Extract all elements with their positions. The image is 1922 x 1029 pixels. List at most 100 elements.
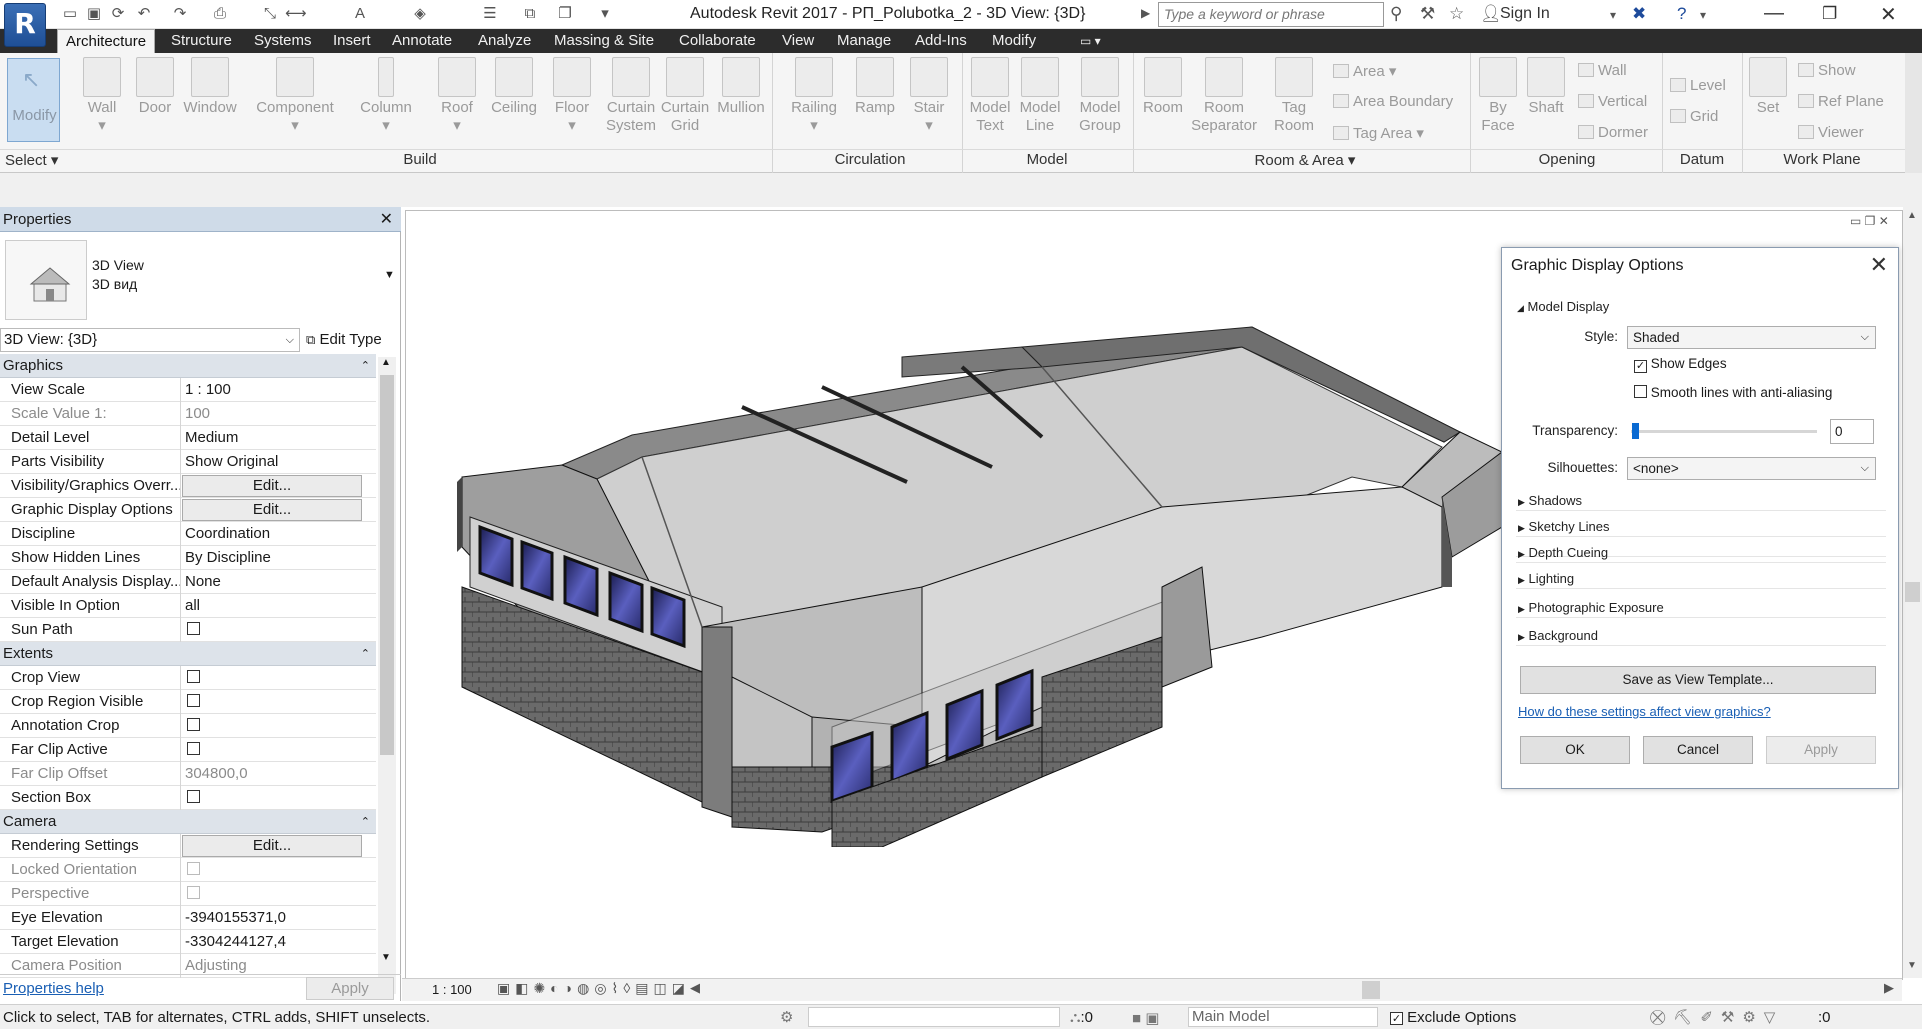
tab-annotate[interactable]: Annotate [384,29,460,53]
ref-plane-button[interactable]: Ref Plane [1798,93,1884,110]
property-group[interactable]: Camera ⌃ [0,810,376,834]
exclude-options-checkbox[interactable]: ✓ Exclude Options [1390,1009,1516,1026]
select-panel-dropdown[interactable]: Select ▾ [5,151,65,169]
collapse-icon[interactable]: ⌃ [361,642,370,666]
help-icon[interactable]: ? [1677,4,1686,24]
save-icon[interactable]: ▣ [84,4,104,24]
ok-button[interactable]: OK [1520,736,1630,764]
wall-opening-button[interactable]: Wall [1578,62,1627,79]
cancel-button[interactable]: Cancel [1643,736,1753,764]
stair-button[interactable]: Stair ▾ [904,57,954,135]
close-icon[interactable]: ✕ [380,207,393,232]
tab-massing-site[interactable]: Massing & Site [546,29,662,53]
thin-lines-icon[interactable]: ☰ [480,4,500,24]
property-value[interactable]: Medium [182,426,376,450]
view-hscroll-thumb[interactable] [1362,981,1380,999]
property-group[interactable]: Extents ⌃ [0,642,376,666]
view-window-controls[interactable]: ▭ ❐ ✕ [1850,214,1889,228]
edit-type-button[interactable]: ⧉ Edit Type [306,328,382,352]
building-model[interactable] [402,207,1502,847]
ramp-button[interactable]: Ramp [850,57,900,117]
worksets-icon[interactable]: ⚙ [780,1008,793,1026]
chevron-down-icon[interactable]: ▼ [384,269,395,281]
shaft-button[interactable]: Shaft [1524,57,1568,117]
properties-scroll-thumb[interactable] [380,375,394,755]
close-hidden-icon[interactable]: ⧉ [520,4,540,24]
panel-room-area[interactable]: Room & Area ▾ [1240,151,1370,169]
show-workplane-button[interactable]: Show [1798,62,1856,79]
text-icon[interactable]: A [350,4,370,24]
area-button[interactable]: Area ▾ [1333,62,1396,80]
property-value[interactable]: Coordination [182,522,376,546]
ceiling-button[interactable]: Ceiling [485,57,543,117]
component-button[interactable]: Component ▾ [250,57,340,135]
tag-area-button[interactable]: Tag Area ▾ [1333,124,1424,142]
property-value[interactable]: -3940155371,0 [182,906,376,930]
favorites-star-icon[interactable]: ☆ [1449,4,1464,24]
property-value[interactable]: all [182,594,376,618]
apply-button[interactable]: Apply [306,977,394,1000]
property-value[interactable]: None [182,570,376,594]
user-icon[interactable]: 👤︎ [1480,4,1502,24]
view-vscroll-thumb[interactable] [1905,582,1920,602]
vertical-opening-button[interactable]: Vertical [1578,93,1647,110]
collapse-icon[interactable]: ⌃ [361,354,370,378]
scroll-down-icon[interactable]: ▼ [381,952,391,963]
property-value[interactable]: -3304244127,4 [182,930,376,954]
tab-add-ins[interactable]: Add-Ins [907,29,975,53]
property-value[interactable]: By Discipline [182,546,376,570]
open-icon[interactable]: ▭ [60,4,80,24]
modify-button[interactable]: ↖ Modify [7,58,60,142]
door-button[interactable]: Door [130,57,180,117]
property-value[interactable]: Show Original [182,450,376,474]
grid-button[interactable]: Grid [1670,108,1718,125]
tab-modify[interactable]: Modify [984,29,1044,53]
apply-button[interactable]: Apply [1766,736,1876,764]
selection-filter-icons[interactable]: ⛒⛏✐⚒⚙▽ [1650,1008,1783,1026]
scroll-right-icon[interactable]: ▶ [1884,980,1894,996]
undo-icon[interactable]: ↶ [134,4,154,24]
scroll-down-icon[interactable]: ▼ [1907,960,1917,971]
ribbon-minimize-icon[interactable]: ▭ ▾ [1072,29,1109,53]
floor-button[interactable]: Floor ▾ [548,57,596,135]
tab-structure[interactable]: Structure [163,29,240,53]
sign-in-dropdown-icon[interactable]: ▾ [1610,8,1616,22]
tab-insert[interactable]: Insert [325,29,379,53]
model-group-button[interactable]: Model Group [1072,57,1128,135]
exchange-apps-icon[interactable]: ✖ [1632,4,1646,24]
redo-icon[interactable]: ↷ [170,4,190,24]
mullion-button[interactable]: Mullion [713,57,769,117]
design-options-icon[interactable]: ■ ▣ [1132,1009,1159,1027]
binoculars-icon[interactable]: ⚲ [1390,4,1402,24]
tag-room-button[interactable]: Tag Room [1264,57,1324,135]
property-checkbox[interactable] [182,738,376,762]
collapse-icon[interactable]: ⌃ [361,810,370,834]
property-checkbox[interactable] [182,690,376,714]
model-text-button[interactable]: Model Text [964,57,1016,135]
set-workplane-button[interactable]: Set [1746,57,1790,117]
tab-analyze[interactable]: Analyze [470,29,539,53]
application-menu-button[interactable]: R [4,3,46,47]
workset-dropdown[interactable] [808,1007,1060,1027]
instance-filter-dropdown[interactable]: 3D View: {3D} ⌵ [0,328,300,352]
view-control-icons[interactable]: ▣◧✺◐◑◍◎⌇◊▤◫◪ [497,980,690,997]
help-dropdown-icon[interactable]: ▾ [1700,8,1706,22]
scroll-left-icon[interactable]: ◀ [690,980,700,996]
view-scale[interactable]: 1 : 100 [432,982,472,997]
properties-help-link[interactable]: Properties help [3,980,104,997]
room-button[interactable]: Room [1137,57,1189,117]
subscription-icon[interactable]: ⚒ [1420,4,1435,24]
scroll-up-icon[interactable]: ▲ [381,357,391,368]
by-face-button[interactable]: By Face [1478,57,1518,135]
silhouettes-dropdown[interactable]: <none> ⌵ [1627,457,1876,480]
scroll-up-icon[interactable]: ▲ [1907,210,1917,221]
property-edit-button[interactable]: Edit... [182,499,362,521]
viewer-button[interactable]: Viewer [1798,124,1864,141]
property-value[interactable]: 1 : 100 [182,378,376,402]
property-checkbox[interactable] [182,666,376,690]
property-checkbox[interactable] [182,618,376,642]
search-input[interactable]: Type a keyword or phrase [1158,2,1384,27]
save-as-view-template-button[interactable]: Save as View Template... [1520,666,1876,694]
model-line-button[interactable]: Model Line [1014,57,1066,135]
show-edges-checkbox[interactable]: ✓ Show Edges [1632,356,1727,373]
